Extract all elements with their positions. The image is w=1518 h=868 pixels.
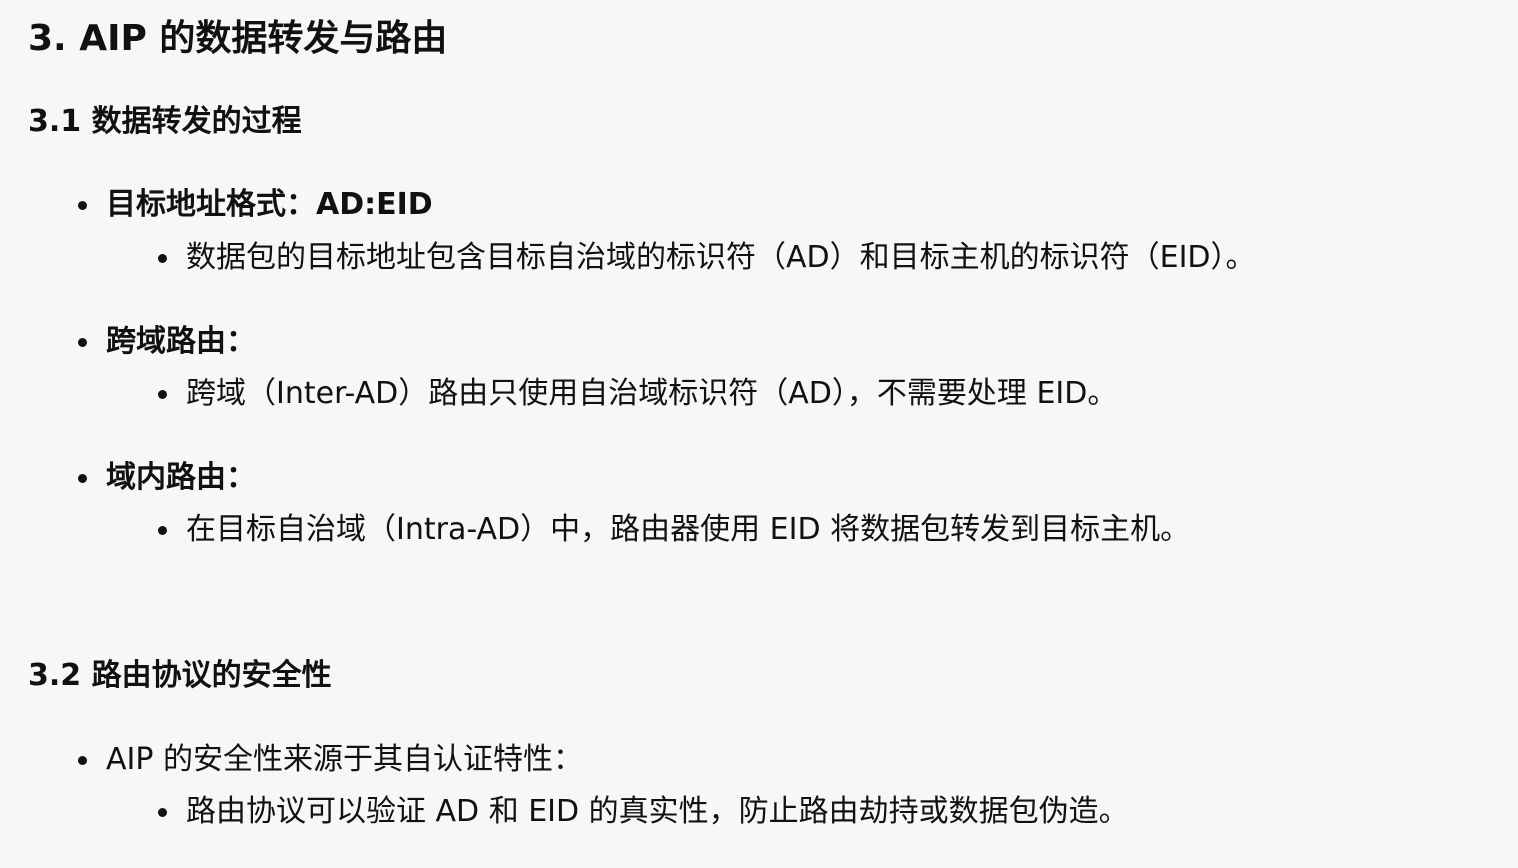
- list-item-label: 域内路由：: [106, 460, 256, 495]
- bullet-icon: [158, 808, 167, 817]
- section-3-1-heading: 3.1 数据转发的过程: [28, 104, 302, 139]
- list-item-text: 在目标自治域（Intra-AD）中，路由器使用 EID 将数据包转发到目标主机。: [186, 512, 1191, 547]
- bullet-icon: [78, 201, 87, 210]
- list-item-text: 路由协议可以验证 AD 和 EID 的真实性，防止路由劫持或数据包伪造。: [186, 794, 1129, 829]
- list-item-text: 跨域（Inter-AD）路由只使用自治域标识符（AD），不需要处理 EID。: [186, 376, 1118, 411]
- bullet-icon: [78, 756, 87, 765]
- section-3-2-heading: 3.2 路由协议的安全性: [28, 658, 332, 693]
- bullet-icon: [158, 390, 167, 399]
- bullet-icon: [78, 474, 87, 483]
- bullet-icon: [78, 338, 87, 347]
- list-item-label: 跨域路由：: [106, 324, 256, 359]
- bullet-icon: [158, 254, 167, 263]
- list-item-text: 数据包的目标地址包含目标自治域的标识符（AD）和目标主机的标识符（EID）。: [186, 240, 1256, 275]
- bullet-icon: [158, 526, 167, 535]
- list-item-label: 目标地址格式：AD:EID: [106, 187, 433, 222]
- list-item-label: AIP 的安全性来源于其自认证特性：: [106, 742, 583, 777]
- section-3-heading: 3. AIP 的数据转发与路由: [28, 18, 448, 59]
